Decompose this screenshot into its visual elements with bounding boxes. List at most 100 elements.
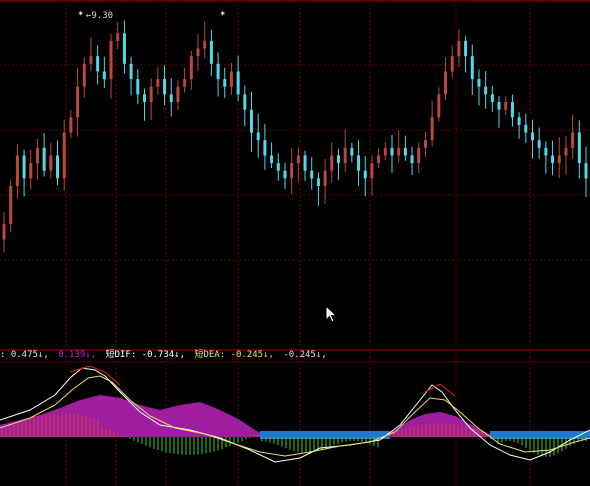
high-price-marker: ←9.30: [86, 10, 113, 22]
candle-body: [62, 132, 66, 179]
candle-body: [250, 109, 254, 133]
macd-legend: : 0.475↓, 0.139↓, 短DIF: -0.734↓, 短DEA: -…: [0, 349, 331, 362]
candle-body: [484, 86, 488, 95]
candle-body: [403, 147, 407, 156]
candle-body: [142, 94, 146, 102]
star-marker-icon: ✶: [220, 9, 226, 19]
candle-body: [323, 170, 327, 186]
mouse-pointer-icon: [325, 305, 337, 323]
candle-body: [397, 147, 401, 156]
candle-body: [464, 40, 468, 57]
legend-value-2: 0.139↓,: [58, 350, 97, 360]
candle-body: [15, 155, 19, 186]
candle-body: [256, 132, 260, 141]
candle-body: [209, 40, 213, 64]
candle-body: [296, 155, 300, 164]
candle-body: [82, 63, 86, 87]
candle-body: [22, 155, 26, 179]
star-marker-icon: ✶: [78, 9, 84, 19]
candle-body: [129, 63, 133, 80]
candle-body: [530, 132, 534, 141]
candle-body: [444, 71, 448, 95]
candle-body: [357, 155, 361, 171]
candle-body: [430, 117, 434, 141]
candle-body: [336, 155, 340, 164]
candle-body: [517, 117, 521, 125]
candle-body: [183, 79, 187, 87]
candle-body: [370, 163, 374, 179]
candle-body: [243, 94, 247, 110]
candle-body: [263, 140, 267, 156]
candle-body: [417, 147, 421, 164]
high-price-value: 9.30: [91, 11, 114, 21]
candle-body: [504, 102, 508, 110]
candle-body: [149, 86, 153, 102]
candle-body: [236, 71, 240, 95]
candle-body: [189, 56, 193, 80]
candle-body: [96, 56, 100, 72]
candle-body: [537, 140, 541, 148]
candle-body: [557, 155, 561, 164]
candle-body: [169, 94, 173, 102]
candle-body: [270, 155, 274, 164]
candle-body: [276, 163, 280, 171]
candle-body: [76, 86, 80, 118]
candle-body: [457, 40, 461, 57]
candle-body: [229, 71, 233, 87]
candle-body: [450, 56, 454, 72]
macd-panel: [0, 365, 590, 463]
candle-body: [89, 56, 93, 64]
candle-body: [330, 155, 334, 171]
candle-body: [383, 147, 387, 156]
candle-body: [163, 79, 167, 95]
candle-body: [283, 170, 287, 179]
candle-body: [316, 178, 320, 186]
candle-body: [203, 40, 207, 49]
legend-value-5: -0.245↓,: [283, 350, 327, 360]
candle-body: [216, 63, 220, 80]
candle-body: [196, 48, 200, 57]
candle-body: [377, 155, 381, 164]
candle-body: [290, 163, 294, 179]
candle-body: [470, 56, 474, 80]
candlestick-series: [2, 20, 588, 253]
candle-body: [350, 147, 354, 156]
candle-body: [223, 79, 227, 87]
candle-body: [410, 155, 414, 164]
candle-body: [551, 155, 555, 164]
candle-body: [109, 40, 113, 80]
chart-canvas: [0, 0, 590, 486]
candle-body: [9, 186, 13, 225]
candle-body: [524, 124, 528, 133]
candle-body: [490, 94, 494, 102]
legend-value-1: : 0.475↓,: [0, 350, 49, 360]
candle-body: [35, 147, 39, 164]
candle-body: [544, 147, 548, 156]
candle-body: [116, 33, 120, 41]
candle-body: [564, 147, 568, 156]
candle-body: [477, 79, 481, 87]
candle-body: [584, 163, 588, 179]
candle-body: [510, 102, 514, 118]
candle-body: [423, 140, 427, 148]
candle-body: [390, 147, 394, 156]
candle-body: [29, 163, 33, 179]
candle-body: [571, 132, 575, 148]
candle-body: [497, 102, 501, 110]
candle-body: [437, 94, 441, 118]
legend-dea: 短DEA: -0.245↓,: [194, 350, 274, 360]
candle-body: [56, 155, 60, 179]
candle-body: [136, 79, 140, 95]
macd-area-positive: [0, 395, 270, 437]
candle-body: [69, 117, 73, 133]
candle-body: [310, 170, 314, 179]
candle-body: [303, 155, 307, 171]
candle-body: [343, 147, 347, 164]
candle-body: [363, 170, 367, 179]
candle-body: [42, 147, 46, 171]
candle-body: [122, 33, 126, 64]
candle-body: [102, 71, 106, 80]
candle-body: [577, 132, 581, 164]
candle-body: [49, 155, 53, 171]
candle-body: [156, 79, 160, 87]
